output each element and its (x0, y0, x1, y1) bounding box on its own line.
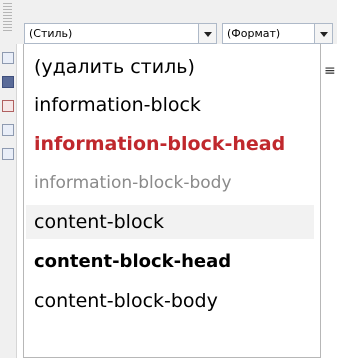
toolbar-grip[interactable] (3, 3, 12, 33)
style-option-label: content-block-body (34, 290, 218, 312)
style-combo-value: (Стиль) (29, 27, 73, 40)
style-option-label: information-block-body (34, 173, 232, 193)
style-option-highlighted[interactable]: content-block (26, 205, 314, 239)
align-icon[interactable]: ≡ (324, 63, 336, 79)
style-option-label: content-block (34, 211, 165, 233)
style-option[interactable]: information-block (34, 88, 312, 122)
style-option[interactable]: content-block-head (34, 245, 312, 279)
style-option-label: content-block-head (34, 251, 232, 272)
style-option[interactable]: information-block-head (34, 127, 312, 161)
toolbar-icon[interactable] (2, 100, 14, 112)
chevron-down-icon (320, 32, 328, 37)
side-toolbar (0, 44, 17, 358)
style-option[interactable]: content-block-body (34, 284, 312, 318)
chevron-down-icon (204, 32, 212, 37)
format-combo[interactable]: (Формат) (222, 23, 333, 44)
style-option-label: information-block (34, 94, 201, 116)
style-option-label: (удалить стиль) (34, 56, 195, 78)
toolbar-icon[interactable] (2, 124, 14, 136)
style-combo[interactable]: (Стиль) (24, 23, 217, 44)
style-dropdown-list: (удалить стиль) information-block inform… (23, 44, 321, 358)
toolbar-icon[interactable] (2, 148, 14, 160)
format-combo-dropdown-button[interactable] (314, 24, 332, 43)
style-combo-dropdown-button[interactable] (198, 24, 216, 43)
toolbar-icon[interactable] (2, 76, 14, 88)
style-option[interactable]: (удалить стиль) (34, 50, 312, 84)
style-option[interactable]: information-block-body (34, 166, 312, 200)
style-option-label: information-block-head (34, 133, 286, 155)
toolbar-icon[interactable] (2, 52, 14, 64)
format-combo-value: (Формат) (227, 27, 281, 40)
